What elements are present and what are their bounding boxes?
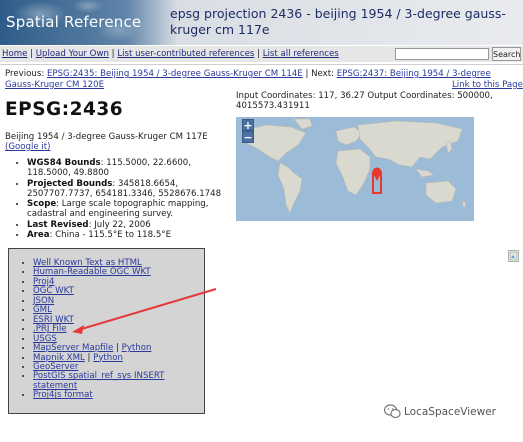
google-it-link[interactable]: (Google it) (5, 142, 51, 152)
area-value: : China - 115.5°E to 118.5°E (49, 230, 172, 241)
page-heading: epsg projection 2436 - beijing 1954 / 3-… (170, 6, 506, 37)
projected-bounds-label: Projected Bounds (27, 178, 113, 189)
world-map-graphic (240, 118, 467, 214)
list-item: Proj4js format (33, 391, 204, 400)
list-item: Area: China - 115.5°E to 118.5°E (27, 230, 237, 240)
wechat-icon (384, 404, 401, 419)
watermark-text: LocaSpaceViewer (404, 406, 496, 418)
divider (0, 64, 523, 65)
nav-separator: | (257, 49, 260, 59)
nav-upload-link[interactable]: Upload Your Own (36, 49, 109, 59)
broken-image-icon (508, 250, 519, 262)
nav-list-all-link[interactable]: List all references (263, 49, 339, 59)
map-zoom-in-button[interactable]: + (242, 119, 254, 131)
crs-description: Beijing 1954 / 3-degree Gauss-Kruger CM … (5, 132, 208, 152)
scope-label: Scope (27, 199, 57, 210)
nav-links: Home | Upload Your Own | List user-contr… (2, 49, 339, 59)
link-to-this-page[interactable]: Link to this Page (452, 80, 523, 90)
list-item: Projected Bounds: 345818.6654, 2507707.7… (27, 179, 237, 200)
format-link-postgis-insert[interactable]: PostGIS spatial_ref_sys INSERT statement (33, 371, 164, 391)
list-item: OGC WKT (33, 287, 204, 296)
coordinates-readout: Input Coordinates: 117, 36.27 Output Coo… (236, 91, 493, 112)
list-item: WGS84 Bounds: 115.5000, 22.6600, 118.500… (27, 158, 237, 179)
site-logo-title[interactable]: Spatial Reference (6, 13, 141, 31)
format-link-mapnik-python[interactable]: Python (93, 353, 123, 363)
list-item: JSON (33, 296, 204, 306)
wgs84-bounds-label: WGS84 Bounds (27, 158, 101, 168)
nav-list-user-link[interactable]: List user-contributed references (117, 49, 254, 59)
list-item: Human-Readable OGC WKT (33, 268, 204, 277)
last-revised-value: : July 22, 2006 (88, 219, 151, 230)
nav-separator: | (111, 49, 115, 59)
world-map[interactable]: + − (236, 117, 474, 221)
area-label: Area (27, 230, 50, 241)
list-item: .PRJ File (33, 324, 204, 334)
list-item: Last Revised: July 22, 2006 (27, 220, 237, 230)
nav-separator: | (87, 352, 91, 363)
export-formats-panel: Well Known Text as HTML Human-Readable O… (8, 248, 205, 414)
search-button[interactable]: Search (492, 47, 521, 61)
nav-bar: Home | Upload Your Own | List user-contr… (0, 46, 523, 62)
previous-label: Previous: (5, 69, 47, 79)
area-of-use-marker-icon (372, 167, 382, 194)
prev-next-bar: Previous: EPSG:2435: Beijing 1954 / 3-de… (5, 69, 520, 91)
nav-separator: | (30, 49, 34, 59)
search-input[interactable] (395, 48, 489, 60)
previous-reference-link[interactable]: EPSG:2435: Beijing 1954 / 3-degree Gauss… (47, 69, 303, 79)
next-label: | Next: (302, 69, 337, 79)
watermark: LocaSpaceViewer (384, 403, 519, 423)
format-link-mapserver-python[interactable]: Python (122, 343, 152, 353)
map-zoom-out-button[interactable]: − (242, 131, 254, 143)
site-header: Spatial Reference epsg projection 2436 -… (0, 0, 523, 45)
export-formats-list: Well Known Text as HTML Human-Readable O… (21, 258, 204, 401)
crs-details-list: WGS84 Bounds: 115.5000, 22.6600, 118.500… (12, 158, 237, 240)
list-item: Scope: Large scale topographic mapping, … (27, 199, 237, 220)
crs-name-text: Beijing 1954 / 3-degree Gauss-Kruger CM … (5, 132, 208, 142)
format-link-proj4js[interactable]: Proj4js format (33, 390, 93, 400)
last-revised-label: Last Revised (27, 219, 89, 230)
list-item: PostGIS spatial_ref_sys INSERT statement (33, 372, 204, 391)
nav-home-link[interactable]: Home (2, 49, 27, 59)
epsg-code-title: EPSG:2436 (5, 99, 124, 120)
